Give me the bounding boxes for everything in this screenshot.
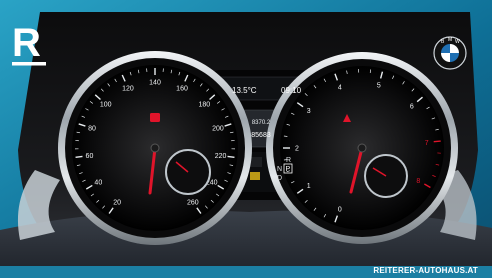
gear-n: N — [277, 166, 282, 173]
clock: 09:10 — [281, 86, 302, 95]
dial-label: 220 — [215, 153, 227, 160]
gear-p: P — [286, 166, 291, 173]
bmw-logo: B M W — [433, 36, 467, 70]
gear-r: R — [286, 157, 291, 164]
dial-label: 160 — [176, 85, 188, 92]
dial-label: 40 — [94, 179, 102, 186]
dial-label: 60 — [86, 153, 94, 160]
dial-major-tick — [433, 140, 441, 143]
speedometer: 20406080100120140160180200220240260 — [58, 51, 252, 245]
total-odometer: 85683 — [251, 132, 271, 139]
dealer-website[interactable]: REITERER-AUTOHAUS.AT — [373, 266, 478, 275]
parking-brake-icon — [150, 113, 160, 122]
bmw-letter-w: W — [455, 39, 460, 45]
screenshot-frame: 20 40 60 80 100 120 140 160 180 200 220 240 260 0123… — [0, 0, 492, 278]
tachometer: 0 1 2 3 4 5 6 7 8 — [266, 52, 458, 244]
logo-underline — [12, 62, 46, 66]
dashboard-photo: 20406080100120140160180200220240260 0123… — [0, 0, 492, 278]
dial-label: 20 — [113, 200, 121, 207]
dial-label: 7 — [425, 140, 429, 147]
dial-label: 120 — [122, 85, 134, 92]
dial-label: 140 — [149, 80, 161, 87]
dial-major-tick — [227, 155, 235, 158]
dial-label: 8 — [416, 178, 420, 185]
dial-label: 200 — [212, 126, 224, 133]
dial-label: 1 — [307, 183, 311, 190]
outside-temperature: 13.5°C — [232, 86, 257, 95]
reiterer-logo: R — [12, 22, 46, 66]
dial-label: 3 — [307, 108, 311, 115]
gear-d: D — [277, 175, 282, 182]
dial-label: 0 — [338, 207, 342, 214]
dial-label: 5 — [377, 83, 381, 90]
reiterer-logo-letter: R — [12, 22, 41, 65]
dial-label: 2 — [295, 146, 299, 153]
dial-major-tick — [75, 155, 83, 158]
dial-label: 260 — [187, 200, 199, 207]
dial-label: 180 — [198, 102, 210, 109]
trip-odometer: 8370.2 — [252, 120, 271, 126]
dial-label: 80 — [88, 126, 96, 133]
dial-label: 6 — [410, 104, 414, 111]
speedometer-hub — [150, 143, 160, 153]
tachometer-hub — [357, 143, 367, 153]
engine-icon — [250, 172, 260, 180]
bmw-letter-m: M — [448, 37, 452, 43]
dial-label: 4 — [338, 84, 342, 91]
dial-label: 100 — [100, 102, 112, 109]
